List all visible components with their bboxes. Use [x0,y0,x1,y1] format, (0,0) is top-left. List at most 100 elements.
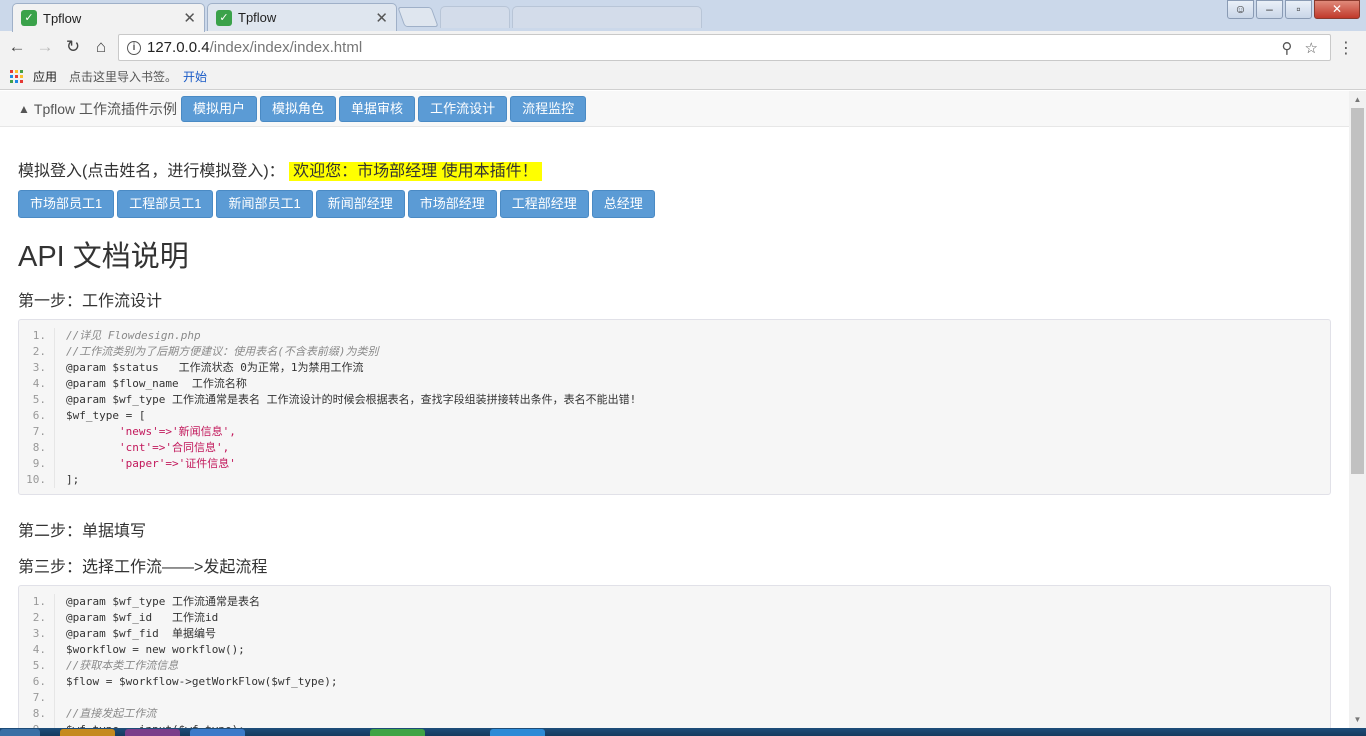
line-number: 5. [19,392,55,408]
code-text: @param $wf_type 工作流通常是表名 [66,595,260,608]
bookmark-star-icon[interactable]: ☆ [1305,39,1318,57]
nav-workflow-design-button[interactable]: 工作流设计 [418,95,508,122]
bookmarks-bar: 应用 点击这里导入书签。 开始 [0,63,1366,90]
line-number: 2. [19,610,55,626]
taskbar-item[interactable] [190,729,245,736]
line-number: 2. [19,344,55,360]
bookmark-start-link[interactable]: 开始 [183,68,207,85]
window-controls: ☺ – ▫ ✕ [1225,0,1360,19]
code-line: 3. @param $status 工作流状态 0为正常，1为禁用工作流 [19,360,1330,376]
new-tab-button[interactable] [397,7,439,27]
close-icon[interactable]: ✕ [183,9,196,27]
code-text: //直接发起工作流 [66,707,157,720]
bookmark-apps[interactable]: 应用 [33,68,57,85]
nav-simulate-role-button[interactable]: 模拟角色 [260,95,337,122]
scrollbar-thumb[interactable] [1351,108,1364,474]
code-line: 10.]; [19,472,1330,488]
code-text: @param $wf_type 工作流通常是表名 工作流设计的时候会根据表名，查… [66,393,637,406]
user-button-news-manager[interactable]: 新闻部经理 [315,190,405,218]
step2-heading: 第二步：单据填写 [18,523,147,540]
nav-simulate-user-button[interactable]: 模拟用户 [181,95,258,122]
code-text: 'cnt'=>'合同信息', [66,441,230,454]
code-line: 2. @param $wf_id 工作流id [19,610,1330,626]
start-button[interactable] [0,729,40,736]
user-button-group: 市场部员工1 工程部员工1 新闻部员工1 新闻部经理 市场部经理 工程部经理 总… [18,190,658,218]
code-text: $wf_type = [ [66,409,146,422]
navbar-brand[interactable]: ▲ Tpflow 工作流插件示例 [18,99,177,119]
address-bar[interactable]: i 127.0.0.4/index/index/index.html ⚲ ☆ [118,34,1331,61]
code-line: 4. $workflow = new workflow(); [19,642,1330,658]
page-scrollbar[interactable]: ▲ ▼ [1349,91,1366,728]
login-prompt: 模拟登入(点击姓名，进行模拟登入)： [18,163,285,180]
code-line: 8. //直接发起工作流 [19,706,1330,722]
os-taskbar [0,728,1366,736]
tpflow-favicon-icon: ✓ [216,9,232,26]
apps-grid-icon[interactable] [10,69,23,83]
maximize-icon[interactable]: ▫ [1285,0,1312,19]
back-arrow-icon[interactable]: ← [3,37,31,57]
scroll-down-icon[interactable]: ▼ [1349,711,1366,728]
code-block-workflow-design: 1. //详见 Flowdesign.php 2. //工作流类别为了后期方便建议：使… [18,319,1331,495]
code-text: 'news'=>'新闻信息', [66,425,236,438]
user-button-market-manager[interactable]: 市场部经理 [407,190,497,218]
code-block-start-process: 1. @param $wf_type 工作流通常是表名 2. @param $wf_i… [18,585,1331,728]
tpflow-favicon-icon: ✓ [21,10,37,26]
taskbar-item[interactable] [60,729,115,736]
user-button-general-manager[interactable]: 总经理 [591,190,655,218]
scroll-up-icon[interactable]: ▲ [1349,91,1366,108]
taskbar-item[interactable] [490,729,545,736]
taskbar-item[interactable] [370,729,425,736]
code-text: 'paper'=>'证件信息' [66,457,236,470]
login-line: 模拟登入(点击姓名，进行模拟登入)： 欢迎您：市场部经理 使用本插件！ [18,157,542,181]
page-title: API 文档说明 [18,241,189,273]
menu-dots-icon[interactable]: ⋮ [1338,38,1354,58]
zoom-icon[interactable]: ⚲ [1282,39,1293,57]
user-button-news-staff[interactable]: 新闻部员工1 [216,190,313,218]
tab-faded-2[interactable] [512,6,702,28]
window-close-icon[interactable]: ✕ [1314,0,1360,19]
code-line: 5. @param $wf_type 工作流通常是表名 工作流设计的时候会根据表名… [19,392,1330,408]
minimize-icon[interactable]: – [1256,0,1283,19]
code-text: @param $status 工作流状态 0为正常，1为禁用工作流 [66,361,364,374]
browser-toolbar: ← → ↻ ⌂ i 127.0.0.4/index/index/index.ht… [0,31,1366,63]
code-text: //工作流类别为了后期方便建议：使用表名(不含表前缀)为类别 [66,345,379,358]
code-text: @param $wf_fid 单据编号 [66,627,216,640]
code-text: //获取本类工作流信息 [66,659,179,672]
tab-strip: ✓ Tpflow ✕ ✓ Tpflow ✕ ☺ – ▫ ✕ [0,0,1366,32]
tab-tpflow-1[interactable]: ✓ Tpflow ✕ [12,3,205,32]
code-text: @param $wf_id 工作流id [66,611,219,624]
forward-arrow-icon[interactable]: → [31,37,59,57]
url-text[interactable]: 127.0.0.4/index/index/index.html [147,39,1282,56]
step1-heading: 第一步：工作流设计 [18,293,163,310]
line-number: 4. [19,376,55,392]
code-text: @param $flow_name 工作流名称 [66,377,247,390]
reload-icon[interactable]: ↻ [59,37,87,57]
welcome-message: 欢迎您：市场部经理 使用本插件！ [289,162,542,181]
line-number: 4. [19,642,55,658]
user-button-engineering-staff[interactable]: 工程部员工1 [117,190,214,218]
line-number: 1. [19,594,55,610]
nav-process-monitor-button[interactable]: 流程监控 [510,95,587,122]
user-button-engineering-manager[interactable]: 工程部经理 [499,190,589,218]
code-line: 1. @param $wf_type 工作流通常是表名 [19,594,1330,610]
line-number: 7. [19,424,55,440]
site-info-icon[interactable]: i [127,40,141,55]
taskbar-item[interactable] [125,729,180,736]
page-navbar: ▲ Tpflow 工作流插件示例 模拟用户 模拟角色 单据审核 工作流设计 流程… [0,91,1349,127]
tab-tpflow-2[interactable]: ✓ Tpflow ✕ [207,3,397,31]
code-text: ]; [66,473,80,486]
home-icon[interactable]: ⌂ [87,37,115,57]
tab-faded-1[interactable] [440,6,510,28]
nav-document-review-button[interactable]: 单据审核 [339,95,416,122]
code-line: 8. 'cnt'=>'合同信息', [19,440,1330,456]
line-number: 9. [19,456,55,472]
line-number: 6. [19,674,55,690]
bookmark-import-hint: 点击这里导入书签。 [69,69,178,84]
user-button-market-staff[interactable]: 市场部员工1 [18,190,115,218]
user-icon[interactable]: ☺ [1227,0,1254,19]
code-line: 3. @param $wf_fid 单据编号 [19,626,1330,642]
line-number: 10. [19,472,55,488]
close-icon[interactable]: ✕ [375,9,388,27]
code-line: 1. //详见 Flowdesign.php [19,328,1330,344]
code-text: //详见 Flowdesign.php [66,329,201,342]
